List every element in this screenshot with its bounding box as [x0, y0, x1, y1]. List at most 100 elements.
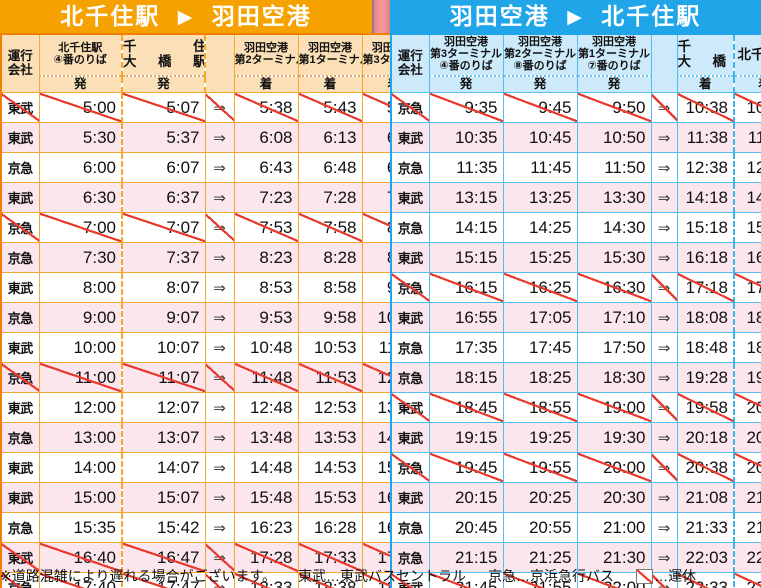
header-arrow	[650, 33, 678, 93]
table-row[interactable]: 京急14:1514:2514:30⇒15:1815:23	[390, 212, 761, 243]
cell-time: 15:48	[233, 482, 299, 513]
cell-time: 19:45	[428, 452, 504, 483]
cell-time: 18:45	[428, 392, 504, 423]
cell-operator: 東武	[0, 482, 40, 513]
header-senjuohashi-subtype: 発	[121, 75, 206, 93]
cell-operator: 京急	[390, 512, 430, 543]
cell-time: 12:07	[121, 392, 206, 423]
cell-operator: 東武	[0, 92, 40, 123]
table-row[interactable]: 京急20:4520:5521:00⇒21:3321:38	[390, 512, 761, 543]
table-row[interactable]: 京急18:1518:2518:30⇒19:2819:33	[390, 362, 761, 393]
cell-transfer-arrow: ⇒	[204, 182, 235, 213]
table-row[interactable]: 東武6:306:37⇒7:237:287:35	[0, 182, 427, 213]
cell-time: 8:07	[121, 272, 206, 303]
cell-time: 7:23	[233, 182, 299, 213]
cell-time: 14:25	[502, 212, 578, 243]
cell-time: 5:38	[233, 92, 299, 123]
table-row[interactable]: 東武14:0014:07⇒14:4814:5315:00	[0, 452, 427, 483]
cell-time: 9:58	[297, 302, 363, 333]
cell-time: 20:23	[733, 422, 761, 453]
table-row[interactable]: 東武10:0010:07⇒10:4810:5311:00	[0, 332, 427, 363]
cell-time: 13:53	[297, 422, 363, 453]
table-row[interactable]: 京急17:3517:4517:50⇒18:4818:53	[390, 332, 761, 363]
cell-time: 11:07	[121, 362, 206, 393]
table-row[interactable]: 東武20:1520:2520:30⇒21:0821:13	[390, 482, 761, 513]
table-row[interactable]: 京急13:0013:07⇒13:4813:5314:00	[0, 422, 427, 453]
cell-operator: 京急	[0, 152, 40, 183]
header-line: 千 住	[677, 39, 732, 55]
cell-operator: 京急	[390, 212, 430, 243]
cell-time: 11:43	[733, 122, 761, 153]
cell-operator: 京急	[390, 332, 430, 363]
header-line: ④番のりば	[439, 59, 493, 72]
table-row[interactable]: 京急15:3515:42⇒16:2316:2816:35	[0, 512, 427, 543]
cell-time: 9:35	[428, 92, 504, 123]
table-row[interactable]: 京急11:0011:07⇒11:4811:5312:00	[0, 362, 427, 393]
table-row[interactable]: 京急6:006:07⇒6:436:486:55	[0, 152, 427, 183]
table-row[interactable]: 東武12:0012:07⇒12:4812:5313:00	[0, 392, 427, 423]
cell-time: 9:45	[502, 92, 578, 123]
cell-time: 20:25	[502, 482, 578, 513]
cell-operator: 東武	[390, 122, 430, 153]
table-row[interactable]: 東武19:1519:2519:30⇒20:1820:23	[390, 422, 761, 453]
table-row[interactable]: 東武10:3510:4510:50⇒11:3811:43	[390, 122, 761, 153]
table-row[interactable]: 東武8:008:07⇒8:538:589:05	[0, 272, 427, 303]
table-row[interactable]: 京急11:3511:4511:50⇒12:3812:43	[390, 152, 761, 183]
table-row[interactable]: 京急9:359:459:50⇒10:3810:43	[390, 92, 761, 123]
cell-time: 12:53	[297, 392, 363, 423]
cell-time: 21:13	[733, 482, 761, 513]
cell-time: 15:00	[38, 482, 123, 513]
table-row[interactable]: 京急9:009:07⇒9:539:5810:05	[0, 302, 427, 333]
cell-time: 7:53	[233, 212, 299, 243]
table-row[interactable]: 京急7:007:07⇒7:537:588:05	[0, 212, 427, 243]
table-row[interactable]: 東武5:305:37⇒6:086:136:20	[0, 122, 427, 153]
cell-time: 13:30	[576, 182, 652, 213]
table-row[interactable]: 東武16:5517:0517:10⇒18:0818:13	[390, 302, 761, 333]
outbound-timetable: 運行会社北千住駅④番のりば千 住大 橋 駅羽田空港第2ターミナル羽田空港第1ター…	[0, 33, 427, 588]
header-line: ④番のりば	[53, 54, 107, 66]
header-haneda-t1-subtype: 発	[576, 75, 652, 93]
table-row[interactable]: 東武5:005:07⇒5:385:435:50	[0, 92, 427, 123]
cell-transfer-arrow: ⇒	[204, 302, 235, 333]
cell-time: 7:28	[297, 182, 363, 213]
table-row[interactable]: 東武13:1513:2513:30⇒14:1814:23	[390, 182, 761, 213]
cell-time: 11:45	[502, 152, 578, 183]
table-row[interactable]: 東武15:0015:07⇒15:4815:5316:00	[0, 482, 427, 513]
cell-time: 20:43	[733, 452, 761, 483]
cell-transfer-arrow: ⇒	[650, 482, 678, 513]
cell-transfer-arrow: ⇒	[650, 362, 678, 393]
header-haneda-t1-subtype: 着	[297, 75, 363, 93]
cell-time: 10:07	[121, 332, 206, 363]
cell-time: 11:35	[428, 152, 504, 183]
header-senjuohashi-subtype: 着	[676, 75, 735, 93]
cell-time: 11:53	[297, 362, 363, 393]
cell-time: 8:28	[297, 242, 363, 273]
table-row[interactable]: 東武15:1515:2515:30⇒16:1816:23	[390, 242, 761, 273]
cell-operator: 京急	[0, 362, 40, 393]
cell-time: 21:33	[676, 512, 735, 543]
cell-time: 17:23	[733, 272, 761, 303]
cell-time: 17:50	[576, 332, 652, 363]
cell-operator: 京急	[0, 422, 40, 453]
header-kitasenju-subtype: 着	[733, 75, 761, 93]
cell-transfer-arrow: ⇒	[204, 422, 235, 453]
cell-time: 12:43	[733, 152, 761, 183]
table-row[interactable]: 京急19:4519:5520:00⇒20:3820:43	[390, 452, 761, 483]
cell-time: 15:35	[38, 512, 123, 543]
header-haneda-t2-subtype: 着	[233, 75, 299, 93]
cell-time: 16:18	[676, 242, 735, 273]
outbound-title-from: 北千住駅	[60, 3, 161, 29]
header-haneda-t2-subtype: 発	[502, 75, 578, 93]
cell-time: 14:00	[38, 452, 123, 483]
header-line: 大 橋 駅	[677, 54, 732, 69]
cell-time: 7:00	[38, 212, 123, 243]
table-row[interactable]: 京急16:1516:2516:30⇒17:1817:23	[390, 272, 761, 303]
header-line: ⑦番のりば	[587, 59, 641, 72]
cell-time: 7:07	[121, 212, 206, 243]
table-row[interactable]: 東武18:4518:5519:00⇒19:5820:03	[390, 392, 761, 423]
cell-transfer-arrow: ⇒	[650, 332, 678, 363]
cell-transfer-arrow: ⇒	[204, 332, 235, 363]
table-row[interactable]: 京急7:307:37⇒8:238:288:35	[0, 242, 427, 273]
cell-time: 9:53	[233, 302, 299, 333]
cell-time: 14:48	[233, 452, 299, 483]
